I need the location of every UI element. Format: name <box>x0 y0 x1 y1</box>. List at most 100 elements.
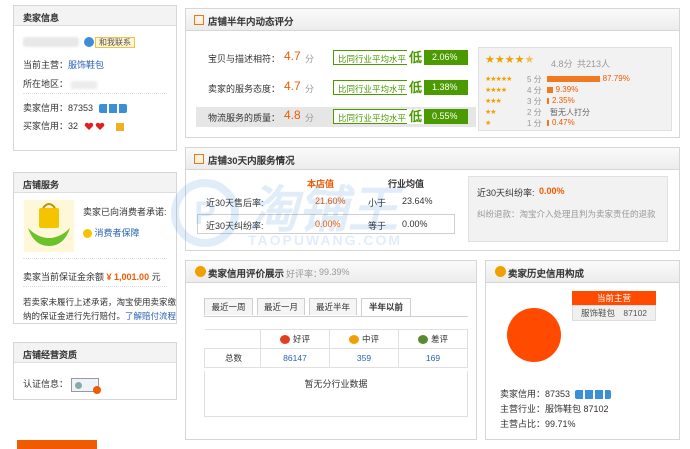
dsr-score: 4.7 <box>284 49 301 63</box>
distribution-row: ★ 1 分 0.47% <box>479 118 673 128</box>
contact-seller-button[interactable]: 和我联系 <box>95 37 135 48</box>
service30-header: 店铺30天内服务情况 <box>186 148 679 170</box>
shop-service-title: 店铺服务 <box>23 180 60 190</box>
good-rate-label: 好评率： <box>286 269 323 279</box>
credit-pie-chart <box>507 308 561 362</box>
history-header: 卖家历史信用构成 <box>486 261 679 283</box>
compare-label: 比同行业平均水平 <box>334 110 411 123</box>
consumer-protection-icon <box>24 200 74 252</box>
main-business-label: 当前主营： <box>23 60 69 70</box>
dsr-label: 宝贝与描述相符： <box>208 54 281 64</box>
avg-value: 23.64% <box>402 196 433 206</box>
star-icon: ★★★★ <box>485 54 525 66</box>
credit-icon <box>195 266 206 277</box>
row-label: 4 分 <box>527 86 542 95</box>
distribution-row: ★★★★ 4 分 9.39% <box>479 85 673 95</box>
history-panel: 卖家历史信用构成 当前主营 服饰鞋包 87102 卖家信用：87353 主营行业… <box>485 260 680 440</box>
table-row: 总数 86147 359 169 <box>204 348 468 368</box>
category-name: 服饰鞋包 <box>581 308 616 318</box>
row-pct: 9.39% <box>555 85 579 94</box>
seller-info-header: 卖家信息 <box>14 6 176 26</box>
service30-panel: 店铺30天内服务情况 本店值 行业均值 近30天售后率: 21.60% 小于 2… <box>185 147 680 251</box>
seller-name-blurred <box>23 37 79 47</box>
tab-half-year[interactable]: 最近半年 <box>309 298 357 315</box>
distribution-row: ★★★★★ 5 分 87.79% <box>479 74 673 84</box>
row-label: 2 分 <box>527 108 542 117</box>
dispute-row[interactable]: 近30天纠纷率: 0.00% 等于 0.00% <box>197 214 455 234</box>
dsr-unit: 分 <box>305 113 315 123</box>
bad-total-link[interactable]: 169 <box>398 348 468 368</box>
seller-info-panel: 卖家信息 和我联系 当前主营：服饰鞋包 所在地区： 卖家信用：87353 买家信… <box>13 5 177 151</box>
good-total-link[interactable]: 86147 <box>260 348 330 368</box>
label: 主营行业： <box>500 404 546 414</box>
dispute-value: 0.00% <box>539 186 565 196</box>
credit-table: 好评 中评 差评 总数 86147 359 169 <box>204 329 468 368</box>
neutral-total-link[interactable]: 359 <box>329 348 399 368</box>
row-label: 5 分 <box>527 75 542 84</box>
category-box: 服饰鞋包 87102 <box>572 305 656 321</box>
row-label: 近30天纠纷率: <box>206 221 264 231</box>
neutral-review-icon <box>348 335 359 345</box>
dispute-desc: 纠纷退款：淘宝介入处理且判为卖家责任的退款 <box>477 209 656 219</box>
history-title: 卖家历史信用构成 <box>508 269 585 280</box>
service30-title: 店铺30天内服务情况 <box>208 156 295 167</box>
low-badge: 低 <box>407 80 424 95</box>
compare-pct: 1.38% <box>424 80 468 95</box>
id-card-icon[interactable] <box>70 377 101 394</box>
location-value-blurred <box>70 80 97 89</box>
promise-text: 卖家已向消费者承诺: <box>83 207 167 217</box>
wangwang-icon[interactable] <box>84 37 94 47</box>
credit-tabs: 最近一周 最近一月 最近半年 半年以前 <box>204 298 468 317</box>
dsr-summary-box: ★★★★★ 4.8分 共213人 ★★★★★ 5 分 87.79% ★★★★ 4 分 9.… <box>478 47 672 131</box>
deposit-label: 卖家当前保证金余额 <box>23 272 105 282</box>
total-label: 总数 <box>204 348 261 368</box>
label: 卖家信用： <box>500 389 546 399</box>
dsr-title: 店铺半年内动态评分 <box>208 17 294 28</box>
note-line-2: 纳的保证金进行先行赔付。了解赔付流程 <box>23 310 176 322</box>
tab-week[interactable]: 最近一周 <box>204 298 253 315</box>
orange-button-partial[interactable] <box>17 440 97 449</box>
empty-cell <box>204 329 261 349</box>
cert-label: 认证信息： <box>23 379 69 389</box>
compare-label: 比同行业平均水平 <box>334 51 411 64</box>
dsr-row-logistics[interactable]: 物流服务的质量： 4.8 分 比同行业平均水平 低 0.55% <box>196 107 476 127</box>
buyer-credit-row: 买家信用：32 <box>23 119 125 132</box>
dsr-label: 物流服务的质量： <box>208 113 281 123</box>
seller-credit-label: 卖家信用： <box>23 103 69 113</box>
current-main-badge: 当前主营 <box>572 291 656 305</box>
compensation-process-link[interactable]: 了解赔付流程 <box>125 311 176 321</box>
row-bar <box>547 76 600 82</box>
good-review-icon <box>279 335 290 345</box>
no-data-box: 暂无分行业数据 <box>204 371 468 417</box>
low-badge: 低 <box>407 109 424 124</box>
dsr-row-description: 宝贝与描述相符： 4.7 分 比同行业平均水平 低 2.06% <box>196 48 476 68</box>
seller-info-title: 卖家信息 <box>23 13 60 23</box>
deposit-unit: 元 <box>151 272 161 282</box>
main-business-link[interactable]: 服饰鞋包 <box>68 60 104 70</box>
row-stars-icon: ★★★★★ <box>485 76 512 83</box>
compare-word: 小于 <box>368 198 387 208</box>
history-main-ratio: 主营占比：99.71% <box>500 417 576 430</box>
label: 主营占比： <box>500 419 546 429</box>
cert-row: 认证信息： <box>23 377 101 394</box>
note-text: 纳的保证金进行先行赔付。 <box>23 311 126 321</box>
dsr-panel: 店铺半年内动态评分 宝贝与描述相符： 4.7 分 比同行业平均水平 低 2.06… <box>185 8 680 138</box>
divider <box>23 93 167 94</box>
row-stars-icon: ★★★★ <box>485 87 507 94</box>
qualification-panel: 店铺经营资质 认证信息： <box>13 342 177 400</box>
compare-box: 比同行业平均水平 低 0.55% <box>333 109 468 124</box>
tab-month[interactable]: 最近一月 <box>257 298 305 315</box>
row-pct: 2.35% <box>552 96 575 105</box>
dispute-detail-box: 近30天纠纷率: 0.00% 纠纷退款：淘宝介入处理且判为卖家责任的退款 <box>468 176 668 242</box>
tab-before-half-year[interactable]: 半年以前 <box>361 298 411 316</box>
category-value: 87102 <box>623 308 648 318</box>
buyer-credit-label: 买家信用： <box>23 121 69 131</box>
guarantee-link[interactable]: 消费者保障 <box>95 228 140 238</box>
shop-value: 0.00% <box>315 219 341 229</box>
half-star-icon: ★ <box>524 54 535 66</box>
compare-pct: 2.06% <box>424 50 468 65</box>
divider <box>23 258 167 259</box>
history-main-industry: 主营行业：服饰鞋包 87102 <box>500 402 609 415</box>
compare-word: 等于 <box>368 221 387 231</box>
panel-icon <box>194 154 204 164</box>
